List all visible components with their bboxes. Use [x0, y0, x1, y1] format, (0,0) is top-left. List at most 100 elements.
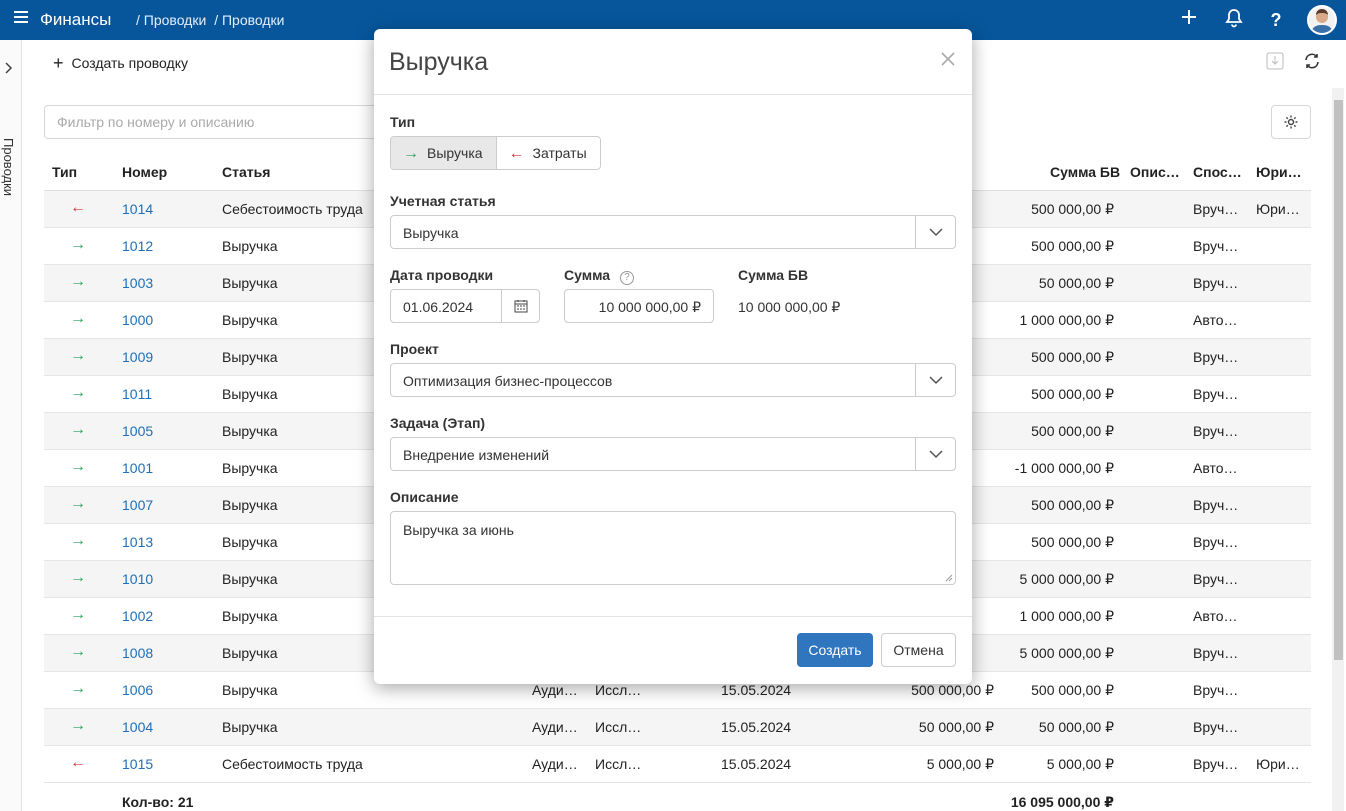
- breadcrumb: / Проводки / Проводки: [136, 12, 288, 28]
- table-cell: Иссл…: [595, 756, 642, 772]
- date-field[interactable]: 01.06.2024: [390, 289, 540, 323]
- project-value: Оптимизация бизнес-процессов: [403, 373, 613, 389]
- arrow-right-icon: →: [70, 680, 86, 697]
- date-value: 01.06.2024: [403, 299, 474, 315]
- table-cell: Выручка: [222, 349, 278, 365]
- sum-bv-label: Сумма БВ: [738, 267, 809, 283]
- rail-label[interactable]: Проводки: [1, 138, 16, 196]
- sum-value: 10 000 000,00 ₽: [598, 299, 701, 315]
- arrow-right-icon: →: [70, 310, 86, 327]
- bell-icon[interactable]: [1222, 8, 1246, 32]
- entry-number-link[interactable]: 1005: [122, 423, 153, 439]
- add-icon[interactable]: [1177, 8, 1201, 32]
- entry-number-link[interactable]: 1004: [122, 719, 153, 735]
- column-header[interactable]: Опис…: [1130, 164, 1180, 180]
- arrow-right-icon: →: [70, 643, 86, 660]
- table-cell: Ауди…: [532, 719, 578, 735]
- entry-number-link[interactable]: 1014: [122, 201, 153, 217]
- table-cell: Выручка: [222, 645, 278, 661]
- table-cell: Выручка: [222, 423, 278, 439]
- table-cell: 500 000,00 ₽: [1031, 682, 1114, 698]
- table-cell: Выручка: [222, 312, 278, 328]
- column-header[interactable]: Сумма БВ: [1050, 164, 1120, 180]
- arrow-right-icon: →: [70, 606, 86, 623]
- refresh-icon[interactable]: [1303, 52, 1323, 72]
- table-cell: Вруч…: [1193, 275, 1239, 291]
- entry-number-link[interactable]: 1001: [122, 460, 153, 476]
- cancel-button[interactable]: Отмена: [881, 633, 956, 667]
- type-option-revenue[interactable]: → Выручка: [391, 137, 497, 169]
- table-row[interactable]: → 1004 Выручка Ауди… Иссл… 15.05.2024 50 000,0…: [44, 709, 1311, 746]
- resize-handle-icon[interactable]: [945, 574, 953, 582]
- help-icon[interactable]: ?: [1264, 8, 1288, 32]
- arrow-right-icon: →: [70, 717, 86, 734]
- table-cell: Вруч…: [1193, 238, 1239, 254]
- article-label: Учетная статья: [390, 193, 496, 209]
- table-cell: Иссл…: [595, 682, 642, 698]
- side-rail: Проводки: [0, 40, 22, 811]
- row-count: Кол-во: 21: [122, 794, 194, 810]
- project-select[interactable]: Оптимизация бизнес-процессов: [390, 363, 956, 397]
- chevron-down-icon[interactable]: [915, 216, 955, 248]
- description-value: Выручка за июнь: [403, 522, 514, 538]
- entry-number-link[interactable]: 1008: [122, 645, 153, 661]
- scrollbar[interactable]: [1332, 88, 1344, 811]
- column-header[interactable]: Юри…: [1256, 164, 1302, 180]
- arrow-left-icon: ←: [70, 199, 86, 216]
- task-select[interactable]: Внедрение изменений: [390, 437, 956, 471]
- menu-icon[interactable]: [14, 11, 28, 23]
- entry-number-link[interactable]: 1007: [122, 497, 153, 513]
- type-option-costs[interactable]: ← Затраты: [497, 137, 600, 169]
- sum-label-text: Сумма: [564, 267, 611, 283]
- close-icon[interactable]: [940, 51, 960, 71]
- app-title[interactable]: Финансы: [40, 10, 111, 30]
- entry-number-link[interactable]: 1011: [122, 386, 152, 402]
- table-cell: 50 000,00 ₽: [1038, 719, 1114, 735]
- filter-input[interactable]: Фильтр по номеру и описанию: [44, 105, 384, 139]
- entry-number-link[interactable]: 1002: [122, 608, 153, 624]
- chevron-down-icon[interactable]: [915, 364, 955, 396]
- help-circle-icon[interactable]: ?: [619, 271, 634, 285]
- column-header[interactable]: Тип: [52, 164, 77, 180]
- table-cell: Себестоимость труда: [222, 756, 363, 772]
- breadcrumb-item[interactable]: / Проводки: [136, 12, 206, 28]
- sum-field[interactable]: 10 000 000,00 ₽: [564, 289, 714, 323]
- create-entry-label: Создать проводку: [71, 55, 188, 71]
- calendar-icon[interactable]: [501, 290, 539, 322]
- expand-chevron-icon[interactable]: [5, 62, 13, 77]
- description-field[interactable]: Выручка за июнь: [390, 511, 956, 585]
- entry-number-link[interactable]: 1015: [122, 756, 153, 772]
- table-cell: Юри…: [1256, 201, 1300, 217]
- table-row[interactable]: ← 1015 Себестоимость труда Ауди… Иссл… 15.05.…: [44, 746, 1311, 783]
- download-icon[interactable]: [1266, 52, 1286, 72]
- create-entry-button[interactable]: + Создать проводку: [53, 53, 188, 74]
- table-cell: Вруч…: [1193, 534, 1239, 550]
- entry-number-link[interactable]: 1003: [122, 275, 153, 291]
- table-cell: Вруч…: [1193, 719, 1239, 735]
- settings-button[interactable]: [1271, 105, 1311, 139]
- entry-number-link[interactable]: 1010: [122, 571, 153, 587]
- entry-number-link[interactable]: 1006: [122, 682, 153, 698]
- table-footer: Кол-во: 21 16 095 000,00 ₽: [44, 784, 1311, 811]
- table-cell: 15.05.2024: [721, 719, 792, 735]
- table-cell: Выручка: [222, 682, 278, 698]
- arrow-right-icon: →: [70, 273, 86, 290]
- entry-number-link[interactable]: 1013: [122, 534, 153, 550]
- scrollbar-thumb[interactable]: [1334, 100, 1343, 660]
- column-header[interactable]: Статья: [222, 164, 270, 180]
- table-cell: Выручка: [222, 238, 278, 254]
- table-cell: Вруч…: [1193, 201, 1239, 217]
- create-button[interactable]: Создать: [797, 633, 873, 667]
- arrow-right-icon: →: [70, 569, 86, 586]
- type-label: Тип: [390, 114, 416, 130]
- entry-number-link[interactable]: 1012: [122, 238, 153, 254]
- entry-number-link[interactable]: 1009: [122, 349, 153, 365]
- article-select[interactable]: Выручка: [390, 215, 956, 249]
- column-header[interactable]: Спос…: [1193, 164, 1242, 180]
- entry-number-link[interactable]: 1000: [122, 312, 153, 328]
- total-amount: 16 095 000,00 ₽: [1010, 794, 1114, 810]
- type-option-label: Затраты: [532, 145, 587, 161]
- chevron-down-icon[interactable]: [915, 438, 955, 470]
- column-header[interactable]: Номер: [122, 164, 167, 180]
- avatar[interactable]: [1307, 5, 1337, 35]
